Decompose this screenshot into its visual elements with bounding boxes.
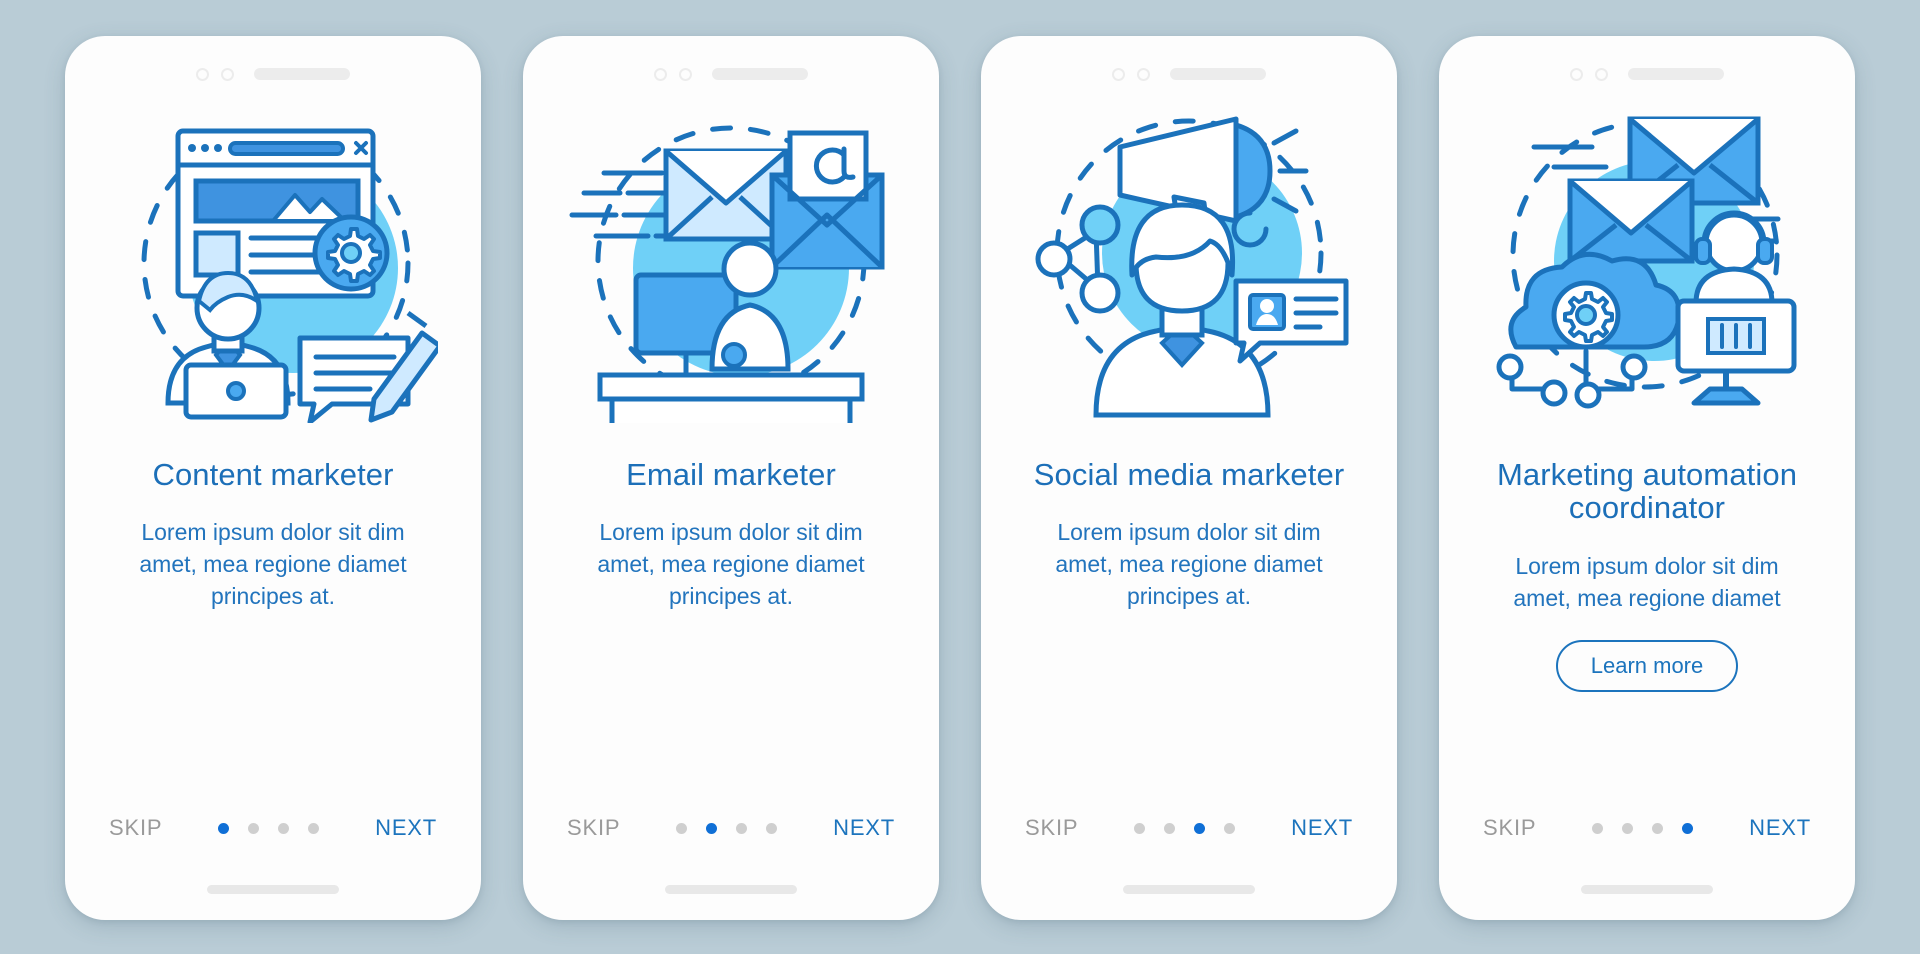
screen-description: Lorem ipsum dolor sit dim amet, mea regi… [1055, 519, 1323, 609]
home-indicator-bar [207, 885, 339, 894]
onboarding-nav: SKIP NEXT [65, 815, 481, 841]
onboarding-screen-marketing-automation-coordinator: Marketing automation coordinator Lorem i… [1439, 36, 1855, 920]
screen-text-block: Social media marketer Lorem ipsum dolor … [981, 428, 1397, 613]
pagination-dot-3[interactable] [736, 822, 748, 834]
phone-notch [981, 36, 1397, 94]
pagination-dot-4[interactable] [1682, 822, 1694, 834]
pagination-dot-1[interactable] [1592, 822, 1604, 834]
onboarding-nav: SKIP NEXT [981, 815, 1397, 841]
next-button[interactable]: NEXT [375, 815, 437, 841]
onboarding-nav: SKIP NEXT [1439, 815, 1855, 841]
pagination-dot-4[interactable] [1224, 822, 1236, 834]
pagination-dot-1[interactable] [1134, 822, 1146, 834]
home-indicator-bar [1581, 885, 1713, 894]
screen-description: Lorem ipsum dolor sit dim amet, mea regi… [139, 519, 407, 609]
onboarding-nav: SKIP NEXT [523, 815, 939, 841]
screen-text-block: Content marketer Lorem ipsum dolor sit d… [65, 428, 481, 613]
pagination-dot-3[interactable] [1652, 822, 1664, 834]
home-indicator-bar [1123, 885, 1255, 894]
onboarding-screen-email-marketer: Email marketer Lorem ipsum dolor sit dim… [523, 36, 939, 920]
pagination-dot-2[interactable] [1164, 822, 1176, 834]
sensor-icon [221, 67, 234, 81]
phone-notch [523, 36, 939, 94]
pagination-dot-2[interactable] [706, 822, 718, 834]
screen-text-block: Email marketer Lorem ipsum dolor sit dim… [523, 428, 939, 613]
pagination-dot-2[interactable] [248, 822, 260, 834]
sensor-icon [1137, 67, 1150, 81]
pagination-dot-1[interactable] [676, 822, 688, 834]
pagination-dots [1592, 822, 1694, 834]
speaker-bar [1628, 68, 1724, 80]
pagination-dot-3[interactable] [1194, 822, 1206, 834]
pagination-dots [1134, 822, 1236, 834]
camera-icon [196, 67, 209, 81]
pagination-dots [676, 822, 778, 834]
screen-title: Email marketer [626, 457, 836, 492]
onboarding-screen-content-marketer: Content marketer Lorem ipsum dolor sit d… [65, 36, 481, 920]
screen-text-block: Marketing automation coordinator Lorem i… [1439, 428, 1855, 693]
next-button[interactable]: NEXT [1291, 815, 1353, 841]
skip-button[interactable]: SKIP [567, 815, 620, 841]
home-indicator-bar [665, 885, 797, 894]
screen-title: Marketing automation coordinator [1496, 457, 1798, 526]
marketing-automation-illustration [1439, 98, 1855, 428]
speaker-bar [254, 68, 350, 80]
screen-description: Lorem ipsum dolor sit dim amet, mea regi… [597, 519, 865, 609]
social-media-marketer-illustration [981, 98, 1397, 428]
camera-icon [654, 67, 667, 81]
speaker-bar [712, 68, 808, 80]
screen-title: Content marketer [152, 457, 394, 492]
camera-icon [1570, 67, 1583, 81]
pagination-dot-1[interactable] [218, 822, 230, 834]
pagination-dot-2[interactable] [1622, 822, 1634, 834]
speaker-bar [1170, 68, 1266, 80]
skip-button[interactable]: SKIP [1483, 815, 1536, 841]
onboarding-screens-stage: Content marketer Lorem ipsum dolor sit d… [0, 0, 1920, 954]
email-marketer-illustration [523, 98, 939, 428]
pagination-dot-3[interactable] [278, 822, 290, 834]
pagination-dots [218, 822, 320, 834]
phone-notch [1439, 36, 1855, 94]
phone-notch [65, 36, 481, 94]
skip-button[interactable]: SKIP [109, 815, 162, 841]
onboarding-screen-social-media-marketer: Social media marketer Lorem ipsum dolor … [981, 36, 1397, 920]
pagination-dot-4[interactable] [766, 822, 778, 834]
sensor-icon [679, 67, 692, 81]
next-button[interactable]: NEXT [1749, 815, 1811, 841]
content-marketer-illustration [65, 98, 481, 428]
next-button[interactable]: NEXT [833, 815, 895, 841]
skip-button[interactable]: SKIP [1025, 815, 1078, 841]
pagination-dot-4[interactable] [308, 822, 320, 834]
learn-more-button[interactable]: Learn more [1555, 640, 1739, 693]
camera-icon [1112, 67, 1125, 81]
screen-title: Social media marketer [1033, 457, 1345, 492]
sensor-icon [1595, 67, 1608, 81]
screen-description: Lorem ipsum dolor sit dim amet, mea regi… [1513, 552, 1781, 611]
